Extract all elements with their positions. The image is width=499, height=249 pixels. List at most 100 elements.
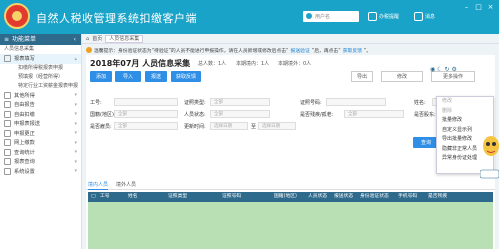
sidebar-subitem[interactable]: 特定行业工资薪金报表申报 bbox=[0, 82, 81, 91]
menu-header: ≡ 功能菜单 ‹ bbox=[0, 34, 81, 45]
column-header[interactable]: 手机号码 bbox=[398, 192, 417, 202]
notice-bar: 温馨提示：身份验证状态为“待验证”的人员不能进行申报操作，请在人员新增或修改后点… bbox=[86, 46, 495, 54]
sidebar-item-other-income[interactable]: 其他所得 ▾ bbox=[0, 91, 81, 101]
stat-domestic: 本期境内：1人 bbox=[236, 61, 270, 67]
send-icon bbox=[4, 120, 11, 128]
app-title: 自然人税收管理系统扣缴客户端 bbox=[36, 12, 197, 25]
report-icon bbox=[4, 101, 11, 109]
column-header[interactable]: 姓名 bbox=[128, 192, 138, 202]
sidebar-item-correction[interactable]: 申报更正 ▾ bbox=[0, 129, 81, 139]
tab-domestic[interactable]: 境内人员 bbox=[88, 181, 109, 190]
column-header[interactable]: 人员状态 bbox=[308, 192, 327, 202]
column-header[interactable]: 是否残疾 bbox=[428, 192, 447, 202]
filter-label: 国籍(地区): bbox=[90, 112, 116, 118]
query-icon bbox=[4, 148, 11, 156]
mascot-icon[interactable] bbox=[480, 126, 499, 180]
table-header: □ 工号 姓名 证照类型 证照号码 国籍(地区) 人员状态 报送状态 身份验证状… bbox=[88, 192, 493, 202]
get-feedback-button[interactable]: 获取反馈 bbox=[171, 71, 201, 82]
sidebar-item-submit[interactable]: 申报表报送 ▾ bbox=[0, 119, 81, 129]
date-from-input[interactable]: 选择日期 bbox=[210, 122, 248, 130]
chevron-down-icon: ▾ bbox=[74, 130, 77, 137]
notice-link-feedback[interactable]: 获取反馈 bbox=[343, 47, 362, 54]
title-bar: 自然人税收管理系统扣缴客户端 用户名 办税提醒 消息 – □ × bbox=[0, 0, 499, 34]
column-header[interactable]: 证照类型 bbox=[168, 192, 187, 202]
sidebar-item-person-info[interactable]: 人员信息采集 bbox=[0, 45, 81, 54]
withhold-icon bbox=[4, 110, 11, 118]
chevron-down-icon: ▾ bbox=[74, 149, 77, 156]
menu-item-batch-edit[interactable]: 批量修改 bbox=[437, 116, 493, 126]
sidebar-item-settings[interactable]: 系统设置 ▾ bbox=[0, 167, 81, 177]
column-header[interactable]: 国籍(地区) bbox=[274, 192, 297, 202]
filter-label: 更新时间: bbox=[184, 124, 206, 130]
breadcrumb-home[interactable]: 首页 bbox=[92, 35, 102, 42]
period-nav[interactable]: ‹ › bbox=[152, 59, 159, 66]
collapse-icon[interactable]: ‹ bbox=[74, 34, 77, 45]
period-title: 2018年07月 人员信息采集 bbox=[90, 59, 191, 68]
tab-foreign[interactable]: 境外人员 bbox=[116, 181, 136, 190]
sidebar-item-report-fill[interactable]: 报表填写 ▴ bbox=[0, 54, 81, 64]
employee-select[interactable]: 全部 bbox=[114, 122, 178, 130]
filter-label: 人员状态: bbox=[184, 112, 206, 118]
submit-button[interactable]: 报送 bbox=[145, 71, 167, 82]
refresh-icon[interactable]: ↻ bbox=[444, 66, 449, 73]
sidebar-subitem[interactable]: 扣缴所得税报表申报 bbox=[0, 64, 81, 73]
chevron-down-icon: ▾ bbox=[74, 101, 77, 108]
nationality-select[interactable]: 全部 bbox=[114, 110, 178, 118]
chevron-down-icon: ▾ bbox=[74, 92, 77, 99]
stat-total: 总人数：1人 bbox=[198, 61, 227, 67]
sidebar-item-self-report[interactable]: 自由报告 ▾ bbox=[0, 100, 81, 110]
toolbar-icons: ◉ ☾ ↻ ⚙ bbox=[430, 66, 457, 73]
sidebar-item-withholding[interactable]: 自由扣缴 ▾ bbox=[0, 110, 81, 120]
edit-button[interactable]: 修改 bbox=[381, 71, 423, 82]
content-panel: 2018年07月 人员信息采集 ‹ › 总人数：1人 本期境内：1人 本期境外：… bbox=[86, 55, 495, 249]
tab-person-info[interactable]: 人员信息采集 bbox=[105, 34, 144, 43]
tax-logo-icon bbox=[4, 3, 30, 29]
menu-item-edit[interactable]: 修改 bbox=[437, 97, 493, 107]
import-button[interactable]: 导入 bbox=[115, 71, 141, 82]
report-icon bbox=[4, 55, 11, 63]
tax-reminder-button[interactable]: 办税提醒 bbox=[368, 11, 399, 22]
select-all-checkbox[interactable]: □ bbox=[91, 192, 96, 202]
column-header[interactable]: 身份验证状态 bbox=[360, 192, 389, 202]
menu-icon: ≡ bbox=[4, 36, 10, 43]
column-header[interactable]: 工号 bbox=[100, 192, 110, 202]
filter-label: 姓名: bbox=[414, 100, 426, 106]
close-icon[interactable]: × bbox=[486, 3, 495, 11]
disability-select[interactable]: 全部 bbox=[344, 110, 404, 118]
sidebar-item-query[interactable]: 查询统计 ▾ bbox=[0, 148, 81, 158]
sidebar: ≡ 功能菜单 ‹ 人员信息采集 报表填写 ▴ 扣缴所得税报表申报 预填报（经营所… bbox=[0, 34, 82, 249]
date-to-input[interactable]: 选择日期 bbox=[258, 122, 296, 130]
user-field[interactable]: 用户名 bbox=[303, 11, 359, 22]
reminder-icon bbox=[368, 12, 377, 21]
filter-label: 是否股东: bbox=[414, 112, 436, 118]
stat-foreign: 本期境外：0人 bbox=[278, 61, 312, 67]
gear-icon bbox=[4, 167, 11, 175]
message-button[interactable]: 消息 bbox=[414, 11, 435, 22]
person-icon[interactable]: ◉ bbox=[430, 66, 435, 73]
sidebar-item-report-query[interactable]: 报表查询 ▾ bbox=[0, 157, 81, 167]
moon-icon[interactable]: ☾ bbox=[437, 66, 442, 73]
maximize-icon[interactable]: □ bbox=[474, 3, 483, 11]
sidebar-subitem[interactable]: 预填报（经营所得） bbox=[0, 73, 81, 82]
filter-label: 是否残疾/孤老: bbox=[300, 112, 334, 118]
column-header[interactable]: 证照号码 bbox=[222, 192, 241, 202]
add-button[interactable]: 添加 bbox=[90, 71, 112, 82]
chevron-down-icon: ▾ bbox=[74, 168, 77, 175]
filter-label: 证照类型: bbox=[184, 100, 206, 106]
menu-item-delete[interactable]: 删除 bbox=[437, 107, 493, 117]
settings-icon[interactable]: ⚙ bbox=[451, 66, 456, 73]
home-icon[interactable]: ⌂ bbox=[86, 36, 89, 42]
id-type-select[interactable]: 全部 bbox=[210, 98, 270, 106]
minimize-icon[interactable]: – bbox=[462, 3, 471, 11]
employee-id-input[interactable] bbox=[114, 98, 178, 106]
table-body bbox=[88, 202, 493, 249]
column-header[interactable]: 报送状态 bbox=[334, 192, 353, 202]
person-status-select[interactable]: 全部 bbox=[210, 110, 270, 118]
notice-link-submit[interactable]: 报送验证 bbox=[291, 47, 310, 54]
filter-label: 证照号码: bbox=[300, 100, 322, 106]
sidebar-item-payment[interactable]: 网上缴款 ▾ bbox=[0, 138, 81, 148]
id-number-input[interactable] bbox=[326, 98, 386, 106]
chevron-down-icon: ▾ bbox=[74, 158, 77, 165]
export-button[interactable]: 导出 bbox=[351, 71, 373, 82]
filter-label: 是否雇员: bbox=[90, 124, 112, 130]
